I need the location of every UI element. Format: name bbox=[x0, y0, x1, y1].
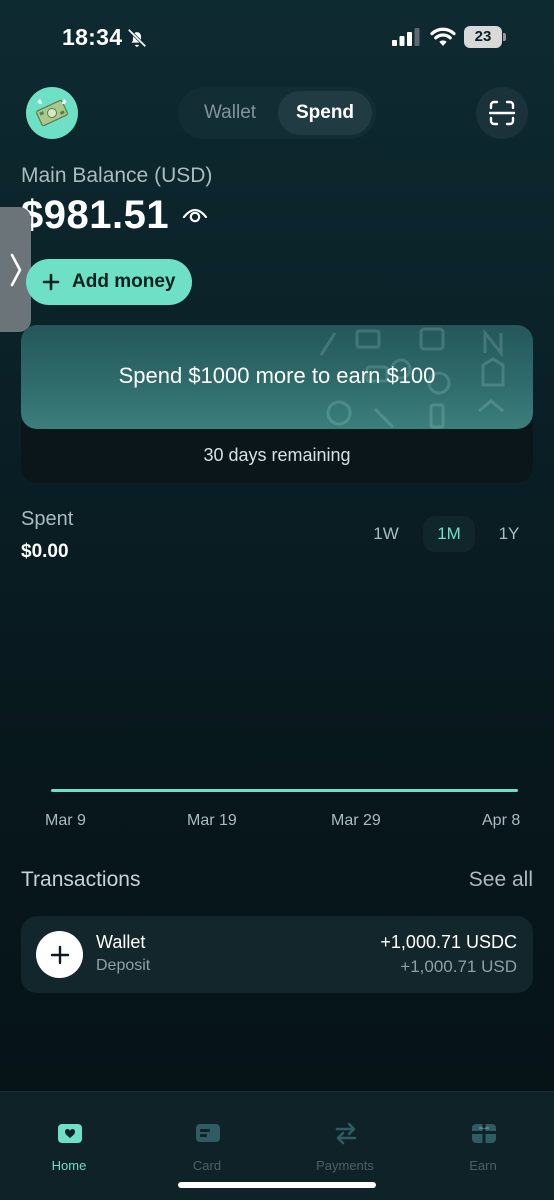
x-tick-apr-8: Apr 8 bbox=[482, 812, 521, 829]
add-money-button[interactable]: Add money bbox=[26, 259, 192, 305]
money-emoji-icon bbox=[35, 99, 69, 127]
tab-payments[interactable]: Payments bbox=[276, 1092, 414, 1192]
plus-icon bbox=[42, 273, 60, 291]
transaction-type: Deposit bbox=[96, 957, 151, 974]
side-drawer-handle[interactable] bbox=[0, 207, 31, 332]
wallet-icon bbox=[58, 1124, 82, 1143]
x-tick-mar-19: Mar 19 bbox=[187, 812, 237, 829]
deposit-icon bbox=[36, 931, 83, 978]
eye-icon[interactable] bbox=[181, 203, 209, 225]
x-tick-mar-29: Mar 29 bbox=[331, 812, 381, 829]
tab-spend[interactable]: Spend bbox=[278, 91, 372, 135]
balance-label: Main Balance (USD) bbox=[21, 164, 213, 187]
tab-earn-label: Earn bbox=[469, 1158, 497, 1173]
spent-value: $0.00 bbox=[21, 541, 69, 562]
range-1y[interactable]: 1Y bbox=[486, 516, 532, 552]
tab-earn[interactable]: Earn bbox=[414, 1092, 552, 1192]
transfer-icon bbox=[335, 1122, 357, 1145]
promo-banner: Spend $1000 more to earn $100 bbox=[21, 325, 533, 429]
promo-remaining: 30 days remaining bbox=[203, 445, 351, 465]
see-all-link[interactable]: See all bbox=[469, 868, 533, 892]
avatar[interactable] bbox=[26, 87, 78, 139]
tab-home[interactable]: Home bbox=[0, 1092, 138, 1192]
home-indicator bbox=[178, 1182, 376, 1188]
signal-icon bbox=[392, 28, 420, 46]
add-money-label: Add money bbox=[72, 271, 176, 292]
x-tick-mar-9: Mar 9 bbox=[45, 812, 86, 829]
transactions-title: Transactions bbox=[21, 868, 141, 891]
card-icon bbox=[196, 1124, 220, 1142]
bell-off-icon bbox=[127, 28, 147, 48]
promo-card[interactable]: Spend $1000 more to earn $100 30 days re… bbox=[21, 325, 533, 483]
tab-wallet[interactable]: Wallet bbox=[182, 91, 278, 135]
transaction-name: Wallet bbox=[96, 932, 146, 952]
tab-payments-label: Payments bbox=[316, 1158, 374, 1173]
status-time: 18:34 bbox=[62, 24, 123, 50]
range-1w[interactable]: 1W bbox=[362, 516, 410, 552]
spend-chart-line bbox=[51, 789, 518, 792]
gift-icon bbox=[472, 1124, 496, 1143]
balance-value: $981.51 bbox=[21, 193, 170, 237]
tab-home-label: Home bbox=[51, 1158, 87, 1173]
wallet-spend-toggle: Wallet Spend bbox=[178, 87, 376, 139]
transaction-amount-usdc: +1,000.71 USDC bbox=[380, 932, 517, 952]
spent-label: Spent bbox=[21, 508, 74, 530]
wifi-icon bbox=[430, 27, 456, 46]
chevron-right-icon bbox=[10, 253, 21, 286]
status-bar: 18:34 23 bbox=[0, 0, 554, 76]
plus-icon bbox=[50, 945, 69, 964]
transaction-row[interactable]: Wallet Deposit +1,000.71 USDC +1,000.71 … bbox=[21, 916, 533, 993]
scan-button[interactable] bbox=[476, 87, 528, 139]
promo-text: Spend $1000 more to earn $100 bbox=[118, 363, 436, 388]
tab-card-label: Card bbox=[192, 1158, 222, 1173]
battery-level: 23 bbox=[464, 26, 502, 48]
transaction-amount-usd: +1,000.71 USD bbox=[400, 957, 517, 976]
tab-card[interactable]: Card bbox=[138, 1092, 276, 1192]
scan-icon bbox=[489, 100, 515, 126]
battery-icon: 23 bbox=[464, 26, 506, 48]
range-1m[interactable]: 1M bbox=[423, 516, 475, 552]
